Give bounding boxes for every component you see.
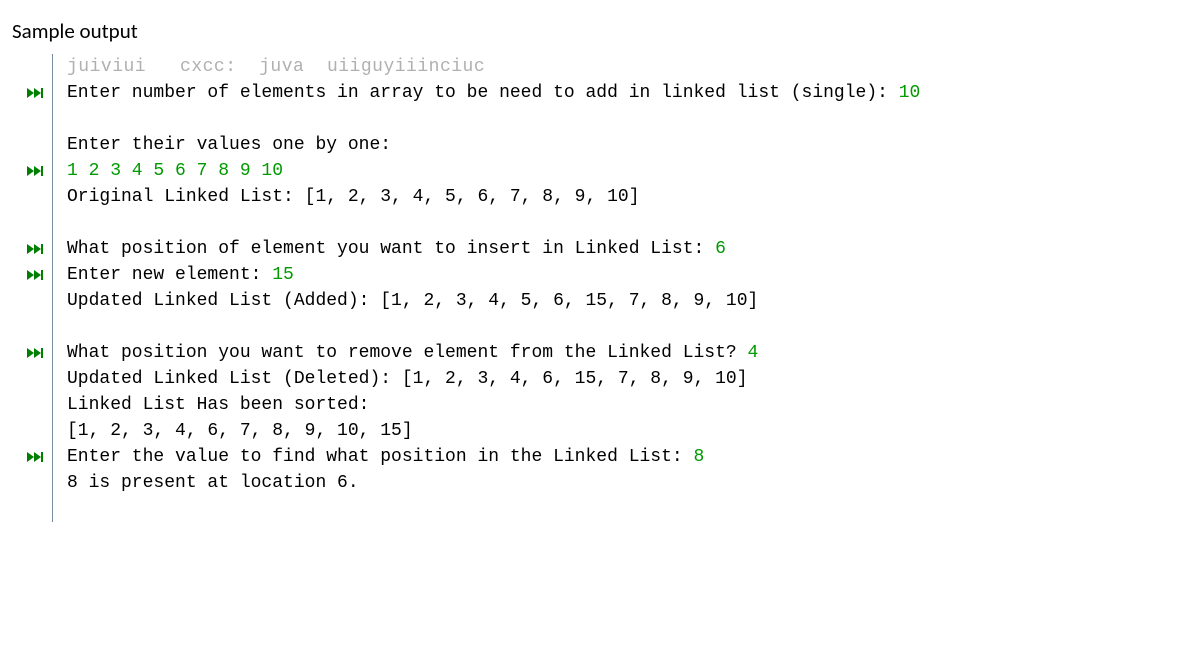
console-line: What position you want to remove element…	[67, 340, 1188, 366]
gutter-row	[18, 106, 52, 132]
console-line: Linked List Has been sorted:	[67, 392, 1188, 418]
gutter-row	[18, 184, 52, 210]
gutter-row	[18, 366, 52, 392]
console-line: Enter number of elements in array to be …	[67, 80, 1188, 106]
input-marker-icon	[27, 451, 43, 463]
program-output-text: Enter their values one by one:	[67, 132, 391, 158]
input-marker	[18, 158, 52, 184]
console-line: Original Linked List: [1, 2, 3, 4, 5, 6,…	[67, 184, 1188, 210]
program-output-text: Enter new element:	[67, 262, 272, 288]
input-marker	[18, 340, 52, 366]
partial-cut-line: juiviui cxcc: juva uiiguyiiinciuc	[67, 54, 1188, 80]
input-marker	[18, 444, 52, 470]
program-output-text: [1, 2, 3, 4, 6, 7, 8, 9, 10, 15]	[67, 418, 413, 444]
program-output-text: 8 is present at location 6.	[67, 470, 359, 496]
program-output-text: Enter number of elements in array to be …	[67, 80, 899, 106]
console-line: What position of element you want to ins…	[67, 236, 1188, 262]
page: Sample output juiviui cxcc: juva uiiguyi…	[0, 0, 1200, 654]
user-input-text: 6	[715, 236, 726, 262]
gutter-row	[18, 132, 52, 158]
user-input-text: 1 2 3 4 5 6 7 8 9 10	[67, 158, 283, 184]
console-line	[67, 496, 1188, 522]
program-output-text: Original Linked List: [1, 2, 3, 4, 5, 6,…	[67, 184, 640, 210]
console-line: [1, 2, 3, 4, 6, 7, 8, 9, 10, 15]	[67, 418, 1188, 444]
user-input-text: 15	[272, 262, 294, 288]
program-output-text: What position you want to remove element…	[67, 340, 748, 366]
input-marker	[18, 80, 52, 106]
input-marker-icon	[27, 165, 43, 177]
program-output-text: Updated Linked List (Added): [1, 2, 3, 4…	[67, 288, 758, 314]
console-output: juiviui cxcc: juva uiiguyiiinciuc Enter …	[18, 54, 1188, 522]
user-input-text: 8	[694, 444, 705, 470]
gutter-row	[18, 470, 52, 496]
gutter-row	[18, 288, 52, 314]
gutter-row	[18, 392, 52, 418]
input-marker-icon	[27, 87, 43, 99]
input-marker	[18, 262, 52, 288]
gutter-row	[18, 210, 52, 236]
section-heading: Sample output	[12, 18, 1188, 44]
console-content: juiviui cxcc: juva uiiguyiiinciuc Enter …	[53, 54, 1188, 522]
input-marker-icon	[27, 347, 43, 359]
gutter	[18, 54, 53, 522]
input-marker	[18, 236, 52, 262]
console-line: 8 is present at location 6.	[67, 470, 1188, 496]
gutter-row	[18, 314, 52, 340]
user-input-text: 10	[899, 80, 921, 106]
console-line: Enter their values one by one:	[67, 132, 1188, 158]
console-line: Updated Linked List (Added): [1, 2, 3, 4…	[67, 288, 1188, 314]
console-line	[67, 210, 1188, 236]
input-marker-icon	[27, 269, 43, 281]
program-output-text: What position of element you want to ins…	[67, 236, 715, 262]
console-line: Updated Linked List (Deleted): [1, 2, 3,…	[67, 366, 1188, 392]
console-line: 1 2 3 4 5 6 7 8 9 10	[67, 158, 1188, 184]
console-line: Enter the value to find what position in…	[67, 444, 1188, 470]
gutter-row	[18, 496, 52, 522]
program-output-text: Enter the value to find what position in…	[67, 444, 694, 470]
program-output-text: Updated Linked List (Deleted): [1, 2, 3,…	[67, 366, 748, 392]
gutter-row	[18, 54, 52, 80]
program-output-text: Linked List Has been sorted:	[67, 392, 369, 418]
user-input-text: 4	[748, 340, 759, 366]
console-line: Enter new element: 15	[67, 262, 1188, 288]
console-line	[67, 314, 1188, 340]
input-marker-icon	[27, 243, 43, 255]
console-line	[67, 106, 1188, 132]
gutter-row	[18, 418, 52, 444]
